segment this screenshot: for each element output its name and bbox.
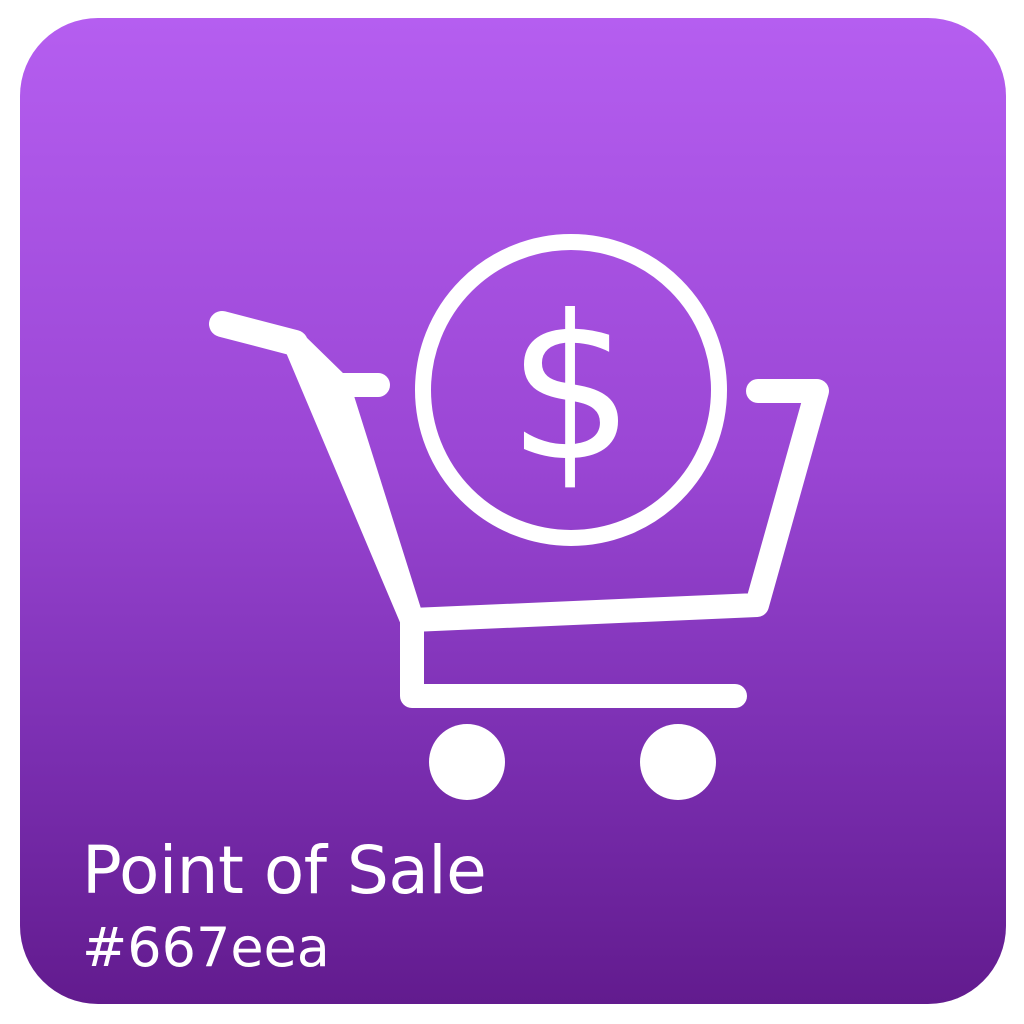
color-code-label: #667eea	[82, 916, 330, 979]
cart-wheel-left	[429, 724, 505, 800]
tile-title: Point of Sale	[82, 832, 487, 909]
cart-wheel-right	[640, 724, 716, 800]
app-tile[interactable]: $ Point of Sale #667eea	[20, 18, 1006, 1004]
dollar-sign-glyph: $	[507, 273, 634, 506]
